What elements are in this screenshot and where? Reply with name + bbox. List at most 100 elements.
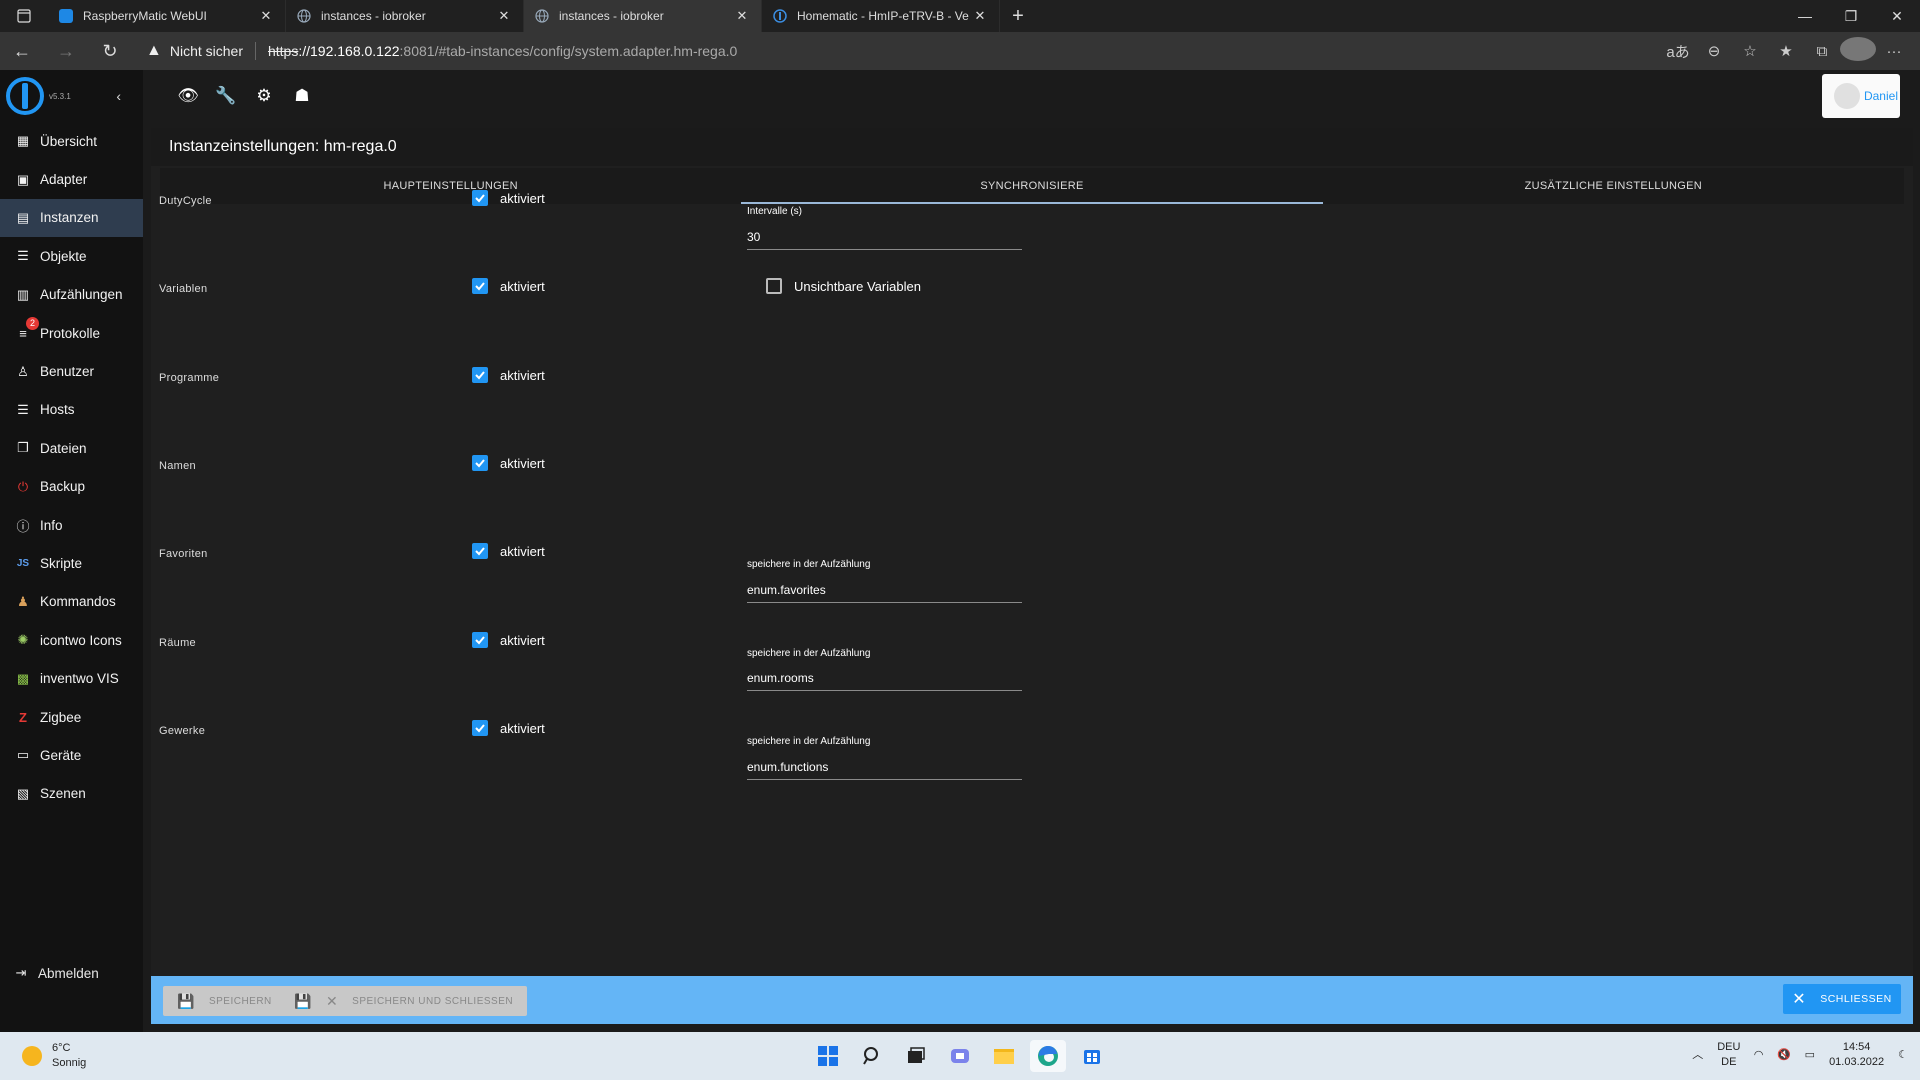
favoriten-enum-input[interactable]: enum.favorites: [747, 579, 1022, 603]
iobroker-favicon: [772, 8, 788, 24]
raspberrymatic-favicon: [58, 8, 74, 24]
store-icon: ▣: [16, 171, 30, 187]
tab-title: RaspberryMatic WebUI: [83, 9, 207, 23]
close-tab-icon[interactable]: ✕: [495, 8, 513, 24]
save-close-button[interactable]: 💾 ✕ SPEICHERN UND SCHLIESSEN: [280, 986, 528, 1016]
browser-tab-homematic[interactable]: Homematic - HmIP-eTRV-B - Ve ✕: [762, 0, 1000, 32]
wifi-icon[interactable]: ◜◝: [1754, 1048, 1763, 1063]
sidebar-item-instanzen[interactable]: ▤ Instanzen: [0, 198, 143, 238]
sidebar-item-zigbee[interactable]: Z Zigbee: [0, 698, 143, 736]
sidebar-item-dateien[interactable]: ❐ Dateien: [0, 429, 143, 467]
browser-tab-instances-2[interactable]: instances - iobroker ✕: [524, 0, 762, 32]
volume-muted-icon[interactable]: 🔇: [1777, 1048, 1791, 1063]
favoriten-enum-label: speichere in der Aufzählung: [747, 559, 871, 570]
zoom-icon[interactable]: ⊖: [1696, 42, 1732, 60]
favorites-icon[interactable]: ★: [1768, 42, 1804, 60]
close-tab-icon[interactable]: ✕: [971, 8, 989, 24]
invisible-variables-checkbox[interactable]: [766, 278, 782, 294]
raeume-enum-input[interactable]: enum.rooms: [747, 667, 1022, 691]
sidebar-item-aufzaehlungen[interactable]: ▥ Aufzählungen: [0, 276, 143, 314]
profile-icon[interactable]: [1840, 37, 1876, 65]
collapse-sidebar-icon[interactable]: ‹: [116, 88, 121, 104]
close-icon: ✕: [325, 992, 339, 1009]
logout-button[interactable]: ⇥ Abmelden: [0, 954, 143, 992]
url-field[interactable]: ▲ Nicht sicher https://192.168.0.122:808…: [146, 36, 1660, 66]
browser-tab-instances-1[interactable]: instances - iobroker ✕: [286, 0, 524, 32]
globe-icon: [534, 8, 550, 24]
sidebar-item-benutzer[interactable]: ♙ Benutzer: [0, 352, 143, 390]
sidebar-item-geraete[interactable]: ▭ Geräte: [0, 736, 143, 774]
back-icon[interactable]: ←: [0, 32, 44, 70]
gewerke-checkbox[interactable]: [472, 720, 488, 736]
sidebar-item-adapter[interactable]: ▣ Adapter: [0, 160, 143, 198]
eye-icon[interactable]: 👁: [169, 86, 207, 106]
minimize-icon[interactable]: —: [1782, 0, 1828, 32]
tab-title: instances - iobroker: [559, 9, 664, 23]
temperature: 6°C: [52, 1042, 71, 1054]
close-tab-icon[interactable]: ✕: [733, 8, 751, 24]
action-bar: 💾 SPEICHERN 💾 ✕ SPEICHERN UND SCHLIESSEN…: [151, 976, 1913, 1024]
save-button[interactable]: 💾 SPEICHERN: [163, 986, 286, 1016]
battery-icon[interactable]: ▭: [1805, 1048, 1815, 1063]
sidebar-item-inventwo[interactable]: ▩ inventwo VIS: [0, 659, 143, 697]
sidebar-item-skripte[interactable]: JS Skripte: [0, 544, 143, 582]
favoriten-checkbox-label: aktiviert: [500, 544, 545, 559]
tab-synchronisiere[interactable]: SYNCHRONISIERE: [741, 168, 1323, 204]
more-icon[interactable]: ···: [1876, 43, 1912, 60]
time: 14:54: [1842, 1041, 1871, 1053]
clock[interactable]: 14:54 01.03.2022: [1829, 1040, 1884, 1070]
file-explorer-icon[interactable]: [986, 1040, 1022, 1072]
sidebar-item-uebersicht[interactable]: ▦ Übersicht: [0, 122, 143, 160]
weather-widget[interactable]: 6°C Sonnig: [22, 1041, 86, 1071]
raeume-checkbox[interactable]: [472, 632, 488, 648]
task-view-icon[interactable]: [898, 1040, 934, 1072]
window-close-icon[interactable]: ✕: [1874, 0, 1920, 32]
settings-tabs: HAUPTEINSTELLUNGEN SYNCHRONISIERE ZUSÄTZ…: [160, 168, 1904, 204]
tab-haupteinstellungen[interactable]: HAUPTEINSTELLUNGEN: [160, 168, 741, 204]
chevron-up-icon[interactable]: ︿: [1692, 1048, 1703, 1063]
page-title: Instanzeinstellungen: hm-rega.0: [151, 128, 1913, 166]
favoriten-checkbox[interactable]: [472, 543, 488, 559]
interval-input[interactable]: 30: [747, 226, 1022, 250]
add-favorite-icon[interactable]: ☆: [1732, 42, 1768, 60]
edge-browser-icon[interactable]: [1030, 1040, 1066, 1072]
sidebar-item-hosts[interactable]: ☰ Hosts: [0, 391, 143, 429]
close-button[interactable]: ✕ SCHLIESSEN: [1783, 984, 1901, 1014]
sidebar-item-backup[interactable]: ⏻ Backup: [0, 468, 143, 506]
forward-icon[interactable]: →: [44, 32, 88, 70]
new-tab-button[interactable]: +: [1000, 0, 1036, 32]
sidebar-item-label: Szenen: [40, 786, 86, 802]
namen-checkbox[interactable]: [472, 455, 488, 471]
tab-actions-icon[interactable]: [0, 0, 48, 32]
tab-zusaetzliche-einstellungen[interactable]: ZUSÄTZLICHE EINSTELLUNGEN: [1323, 168, 1904, 204]
gewerke-enum-input[interactable]: enum.functions: [747, 756, 1022, 780]
search-icon[interactable]: [854, 1040, 890, 1072]
close-tab-icon[interactable]: ✕: [257, 8, 275, 24]
teams-chat-icon[interactable]: [942, 1040, 978, 1072]
sidebar-item-info[interactable]: ⓘ Info: [0, 506, 143, 544]
browser-tab-raspberrymatic[interactable]: RaspberryMatic WebUI ✕: [48, 0, 286, 32]
command-icon: ♟: [17, 593, 29, 609]
wrench-icon[interactable]: 🔧: [207, 86, 245, 106]
restore-icon[interactable]: ❐: [1828, 0, 1874, 32]
dutycycle-checkbox[interactable]: [472, 190, 488, 206]
read-aloud-icon[interactable]: aあ: [1660, 41, 1696, 62]
expert-mode-icon[interactable]: ☗: [283, 86, 321, 106]
language-indicator[interactable]: DEU DE: [1717, 1040, 1740, 1070]
programme-checkbox[interactable]: [472, 367, 488, 383]
security-warning[interactable]: ▲ Nicht sicher: [146, 42, 243, 60]
notifications-icon[interactable]: ☾: [1898, 1048, 1908, 1063]
sidebar-item-kommandos[interactable]: ♟ Kommandos: [0, 583, 143, 621]
start-button[interactable]: [810, 1040, 846, 1072]
user-button[interactable]: Daniel: [1822, 74, 1900, 118]
variablen-checkbox[interactable]: [472, 278, 488, 294]
sidebar-item-protokolle[interactable]: ≡ 2 Protokolle: [0, 314, 143, 352]
enum-icon: ▥: [16, 286, 30, 302]
store-app-icon[interactable]: [1074, 1040, 1110, 1072]
sidebar-item-szenen[interactable]: ▧ Szenen: [0, 775, 143, 813]
settings-icon[interactable]: ⚙: [245, 86, 283, 106]
sidebar-item-objekte[interactable]: ☰ Objekte: [0, 237, 143, 275]
reload-icon[interactable]: ↻: [88, 32, 132, 70]
collections-icon[interactable]: ⧉: [1804, 43, 1840, 60]
sidebar-item-icontwo[interactable]: ✺ icontwo Icons: [0, 621, 143, 659]
